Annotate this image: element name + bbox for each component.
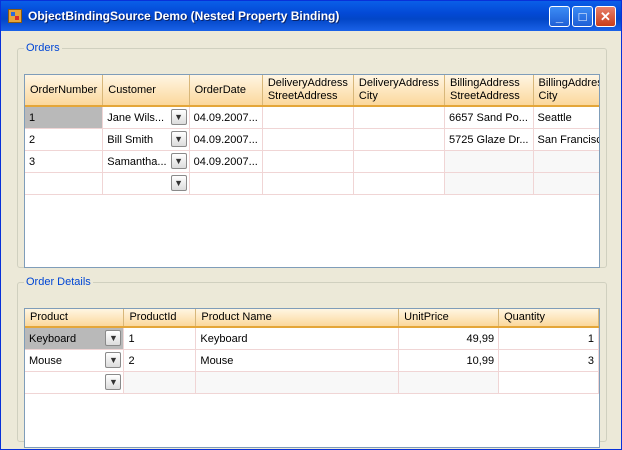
column-header-ordernumber[interactable]: OrderNumber [25,75,104,107]
chevron-down-icon[interactable]: ▼ [170,153,187,169]
cell-delivery-city[interactable] [353,150,446,173]
chevron-down-icon[interactable]: ▼ [170,131,187,147]
cell-customer[interactable]: Bill Smith ▼ [102,128,190,151]
cell-delivery-street[interactable] [262,150,354,173]
column-header-delivery-city[interactable]: DeliveryAddress City [353,75,446,107]
cell-customer[interactable]: ▼ [102,172,190,195]
cell-orderdate[interactable]: 04.09.2007... [189,128,263,151]
window-title: ObjectBindingSource Demo (Nested Propert… [28,9,340,23]
new-row[interactable]: ▼ [25,172,599,195]
cell-delivery-street[interactable] [262,172,354,195]
cell-orderdate[interactable]: 04.09.2007... [189,106,263,129]
cell-quantity[interactable] [498,371,599,394]
orders-group: Orders OrderNumber Customer OrderDate De… [17,42,607,268]
cell-delivery-city[interactable] [353,106,446,129]
chevron-down-icon[interactable]: ▼ [105,330,122,346]
column-header-orderdate[interactable]: OrderDate [189,75,263,107]
cell-orderdate[interactable]: 04.09.2007... [189,150,263,173]
cell-ordernumber[interactable]: 1 [25,106,104,129]
maximize-button[interactable]: □ [572,6,593,27]
cell-customer[interactable]: Jane Wils... ▼ [102,106,190,129]
main-window: ObjectBindingSource Demo (Nested Propert… [0,0,622,450]
cell-billing-street[interactable]: 5725 Glaze Dr... [444,128,534,151]
column-header-customer[interactable]: Customer [102,75,190,107]
column-header-product[interactable]: Product [25,309,125,328]
chevron-down-icon[interactable]: ▼ [170,175,187,191]
cell-product-name[interactable] [195,371,400,394]
cell-billing-city[interactable]: Seattle [533,106,599,129]
table-row[interactable]: Mouse ▼ 2 Mouse 10,99 3 [25,349,599,372]
column-header-delivery-street[interactable]: DeliveryAddress StreetAddress [262,75,354,107]
cell-billing-street[interactable]: 6657 Sand Po... [444,106,534,129]
cell-delivery-street[interactable] [262,128,354,151]
cell-productid[interactable] [123,371,197,394]
close-icon: ✕ [600,9,611,24]
column-header-quantity[interactable]: Quantity [498,309,599,328]
cell-customer[interactable]: Samantha... ▼ [102,150,190,173]
cell-product-name[interactable]: Keyboard [195,327,400,350]
cell-delivery-city[interactable] [353,128,446,151]
minimize-button[interactable]: _ [549,6,570,27]
cell-ordernumber[interactable]: 3 [25,150,104,173]
cell-orderdate[interactable] [189,172,263,195]
column-header-unitprice[interactable]: UnitPrice [398,309,500,328]
table-row[interactable]: 2 Bill Smith ▼ 04.09.2007... 5725 Glaze D… [25,128,599,151]
cell-product-name[interactable]: Mouse [195,349,400,372]
cell-billing-city[interactable]: San Francisco [533,128,599,151]
order-details-table: Product ProductId Product Name UnitPrice… [25,309,599,394]
cell-unitprice[interactable]: 49,99 [398,327,500,350]
cell-billing-city[interactable] [533,172,599,195]
order-details-grid[interactable]: Product ProductId Product Name UnitPrice… [24,308,600,448]
chevron-down-icon[interactable]: ▼ [105,352,122,368]
cell-quantity[interactable]: 1 [498,327,599,350]
maximize-icon: □ [578,9,587,24]
orders-grid[interactable]: OrderNumber Customer OrderDate DeliveryA… [24,74,600,268]
new-row[interactable]: ▼ [25,371,599,394]
title-bar[interactable]: ObjectBindingSource Demo (Nested Propert… [1,1,621,31]
cell-delivery-city[interactable] [353,172,446,195]
chevron-down-icon[interactable]: ▼ [105,374,122,390]
cell-quantity[interactable]: 3 [498,349,599,372]
order-details-legend: Order Details [26,276,91,288]
cell-product[interactable]: Mouse ▼ [25,349,125,372]
cell-unitprice[interactable]: 10,99 [398,349,500,372]
orders-table: OrderNumber Customer OrderDate DeliveryA… [25,75,599,195]
cell-productid[interactable]: 1 [123,327,197,350]
close-button[interactable]: ✕ [595,6,616,27]
table-row[interactable]: Keyboard ▼ 1 Keyboard 49,99 1 [25,327,599,350]
cell-product[interactable]: ▼ [25,371,125,394]
table-row[interactable]: 1 Jane Wils... ▼ 04.09.2007... 6657 Sand … [25,106,599,129]
column-header-billing-city[interactable]: BillingAddress City [533,75,599,107]
order-details-group: Order Details Product ProductId Product … [17,276,607,448]
column-header-billing-street[interactable]: BillingAddress StreetAddress [444,75,534,107]
chevron-down-icon[interactable]: ▼ [170,109,187,125]
cell-billing-city[interactable] [533,150,599,173]
cell-unitprice[interactable] [398,371,500,394]
app-icon [8,9,22,23]
cell-billing-street[interactable] [444,172,534,195]
cell-productid[interactable]: 2 [123,349,197,372]
column-header-productid[interactable]: ProductId [123,309,197,328]
column-header-product-name[interactable]: Product Name [195,309,400,328]
orders-legend: Orders [26,42,60,54]
cell-product[interactable]: Keyboard ▼ [25,327,125,350]
table-row[interactable]: 3 Samantha... ▼ 04.09.2007... [25,150,599,173]
cell-delivery-street[interactable] [262,106,354,129]
cell-ordernumber[interactable]: 2 [25,128,104,151]
cell-ordernumber[interactable] [25,172,104,195]
minimize-icon: _ [555,9,564,24]
cell-billing-street[interactable] [444,150,534,173]
